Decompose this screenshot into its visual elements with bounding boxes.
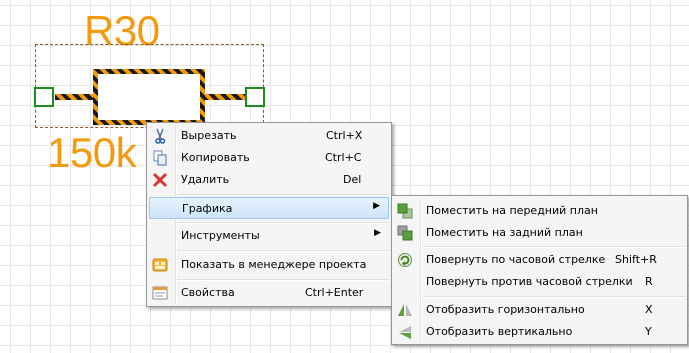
resistor-lead-right — [203, 94, 247, 100]
menu-item-label: Отобразить вертикально — [426, 325, 573, 338]
menu-item-label: Свойства — [181, 286, 235, 299]
menu-item-label: Вырезать — [181, 129, 237, 142]
menu-item-bring-to-front[interactable]: Поместить на передний план — [394, 200, 685, 222]
project-manager-icon — [152, 258, 168, 272]
menu-item-shortcut: Ctrl+Enter — [305, 286, 364, 299]
menu-separator — [177, 222, 389, 224]
menu-item-cut[interactable]: Вырезать Ctrl+X — [149, 125, 389, 147]
menu-item-label: Показать в менеджере проекта — [181, 258, 367, 271]
menu-separator — [177, 279, 389, 281]
menu-item-label: Поместить на задний план — [426, 226, 583, 239]
menu-item-flip-horizontal[interactable]: Отобразить горизонтально X — [394, 299, 685, 321]
menu-separator — [422, 296, 685, 298]
menu-item-label: Копировать — [181, 151, 250, 164]
menu-item-shortcut: Ctrl+C — [325, 151, 362, 164]
menu-item-rotate-clockwise[interactable]: Повернуть по часовой стрелке Shift+R — [394, 249, 685, 271]
menu-item-label: Отобразить горизонтально — [426, 303, 585, 316]
menu-item-copy[interactable]: Копировать Ctrl+C — [149, 147, 389, 169]
flip-vertical-icon — [399, 326, 411, 339]
menu-item-shortcut: Del — [343, 173, 362, 186]
properties-icon — [152, 286, 168, 300]
delete-icon — [153, 173, 167, 187]
resistor-lead-left — [55, 94, 95, 100]
resistor-body[interactable] — [93, 69, 205, 125]
menu-item-flip-vertical[interactable]: Отобразить вертикально Y — [394, 321, 685, 343]
submenu-arrow-icon: ▶ — [374, 228, 381, 238]
submenu-arrow-icon: ▶ — [373, 201, 380, 211]
menu-item-rotate-counterclockwise[interactable]: Повернуть против часовой стрелки R — [394, 271, 685, 293]
rotate-clockwise-icon — [398, 253, 412, 267]
menu-item-shortcut: Ctrl+X — [326, 129, 363, 142]
menu-separator — [422, 246, 685, 248]
menu-item-shortcut: Shift+R — [615, 253, 657, 266]
menu-separator — [177, 250, 389, 252]
menu-item-properties[interactable]: Свойства Ctrl+Enter — [149, 282, 389, 304]
menu-item-label: Графика — [182, 202, 233, 215]
menu-item-delete[interactable]: Удалить Del — [149, 169, 389, 191]
menu-item-label: Инструменты — [181, 229, 260, 242]
menu-item-label: Удалить — [181, 173, 230, 186]
context-menu: Вырезать Ctrl+X Копировать Ctrl+C Удалит… — [146, 122, 392, 307]
menu-item-tools[interactable]: Инструменты ▶ — [149, 225, 389, 247]
send-to-back-icon — [397, 225, 413, 241]
scissors-icon — [155, 128, 166, 144]
menu-item-graphics[interactable]: Графика ▶ — [149, 197, 389, 219]
menu-item-label: Повернуть против часовой стрелки — [426, 275, 633, 288]
bring-to-front-icon — [397, 203, 413, 219]
menu-item-shortcut: Y — [645, 325, 652, 338]
menu-item-label: Повернуть по часовой стрелке — [426, 253, 606, 266]
graphics-submenu: Поместить на передний план Поместить на … — [391, 195, 688, 345]
menu-separator — [177, 194, 389, 196]
resistor-pin-right[interactable] — [245, 87, 265, 107]
menu-item-shortcut: X — [645, 303, 653, 316]
menu-item-send-to-back[interactable]: Поместить на задний план — [394, 222, 685, 244]
resistor-pin-left[interactable] — [34, 87, 54, 107]
menu-item-show-in-project-manager[interactable]: Показать в менеджере проекта — [149, 254, 389, 276]
flip-horizontal-icon — [398, 304, 412, 316]
copy-icon — [153, 150, 167, 166]
menu-item-shortcut: R — [645, 275, 653, 288]
menu-item-label: Поместить на передний план — [426, 204, 598, 217]
component-value-label[interactable]: 150k — [47, 132, 137, 174]
